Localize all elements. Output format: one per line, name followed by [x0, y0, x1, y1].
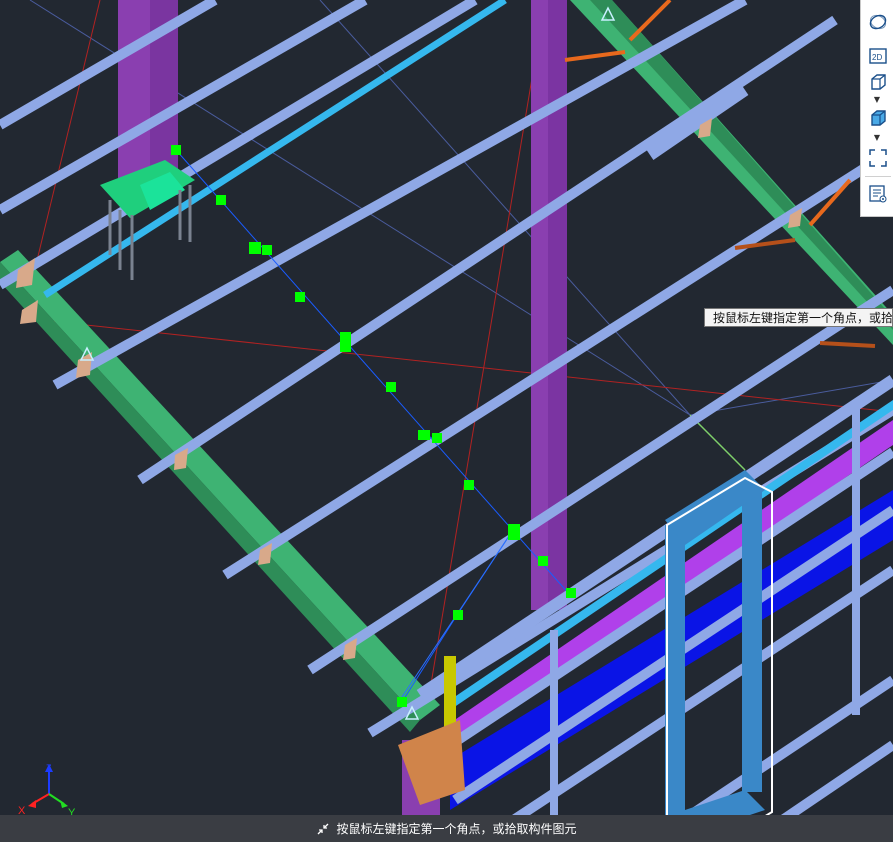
zoom-extents-button[interactable]: [865, 146, 891, 170]
status-prompt-text: 按鼠标左键指定第一个角点，或拾取构件图元: [336, 822, 577, 836]
view-dropdown-caret[interactable]: ▼: [872, 96, 882, 104]
orbit-view-button[interactable]: [865, 10, 891, 34]
cube-shaded-icon: [871, 110, 886, 126]
view-3d-shaded-button[interactable]: [865, 106, 891, 130]
axis-label-z: Z: [46, 763, 52, 773]
collapse-arrows-icon: [318, 823, 329, 834]
cursor-tooltip: 按鼠标左键指定第一个角点，或拾取: [704, 308, 893, 327]
view-2d-button[interactable]: 2D: [865, 44, 891, 68]
display-settings-button[interactable]: [865, 182, 891, 206]
axis-triad: Z X Y: [18, 763, 76, 816]
svg-text:2D: 2D: [872, 53, 882, 62]
steel-structure-scene[interactable]: [0, 0, 893, 842]
view-toolbar: 2D ▼ ▼: [860, 0, 893, 217]
view-3d-wireframe-button[interactable]: [865, 70, 891, 94]
orbit-icon: [869, 14, 887, 30]
fit-screen-icon: [869, 149, 887, 167]
display-settings-icon: [869, 185, 887, 203]
toolbar-separator: [865, 176, 891, 177]
command-status-bar: 按鼠标左键指定第一个角点，或拾取构件图元: [0, 815, 893, 842]
cube-outline-icon: [871, 74, 886, 90]
shade-dropdown-caret[interactable]: ▼: [872, 134, 882, 142]
2d-view-icon: 2D: [869, 48, 887, 64]
3d-model-viewport[interactable]: Z X Y: [0, 0, 893, 842]
